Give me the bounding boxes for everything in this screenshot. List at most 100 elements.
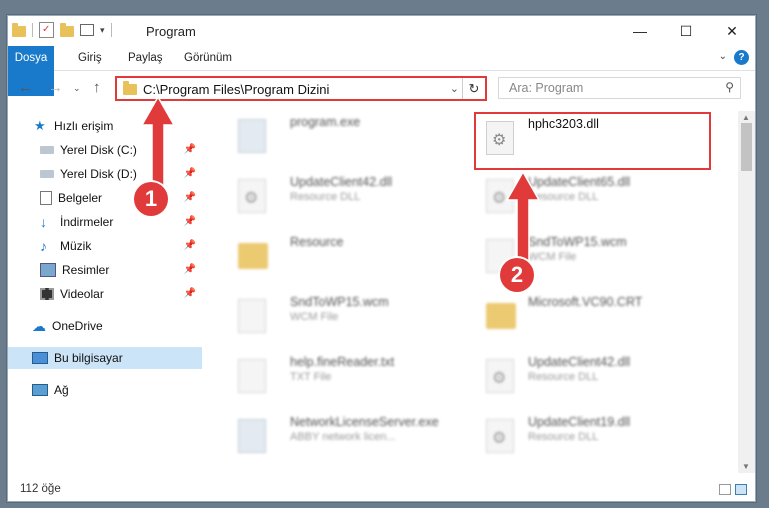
sidebar-item-label: Yerel Disk (D:) [60,167,137,181]
drive-icon [40,170,54,178]
sidebar-item-label: Hızlı erişim [54,119,114,133]
drive-icon [40,146,54,154]
list-item[interactable]: UpdateClient19.dll Resource DLL [466,413,696,463]
sidebar-item-network[interactable]: Ağ [8,379,202,401]
sidebar-item-pictures[interactable]: Resimler 📌 [8,259,202,281]
list-item[interactable]: NetworkLicenseServer.exe ABBY network li… [218,413,448,463]
pin-icon[interactable]: 📌 [184,216,196,227]
file-name: UpdateClient65.dll [528,175,631,189]
view-options-icon[interactable] [80,24,94,36]
download-icon: ↓ [40,214,47,230]
up-arrow-icon[interactable]: ↑ [93,79,101,96]
address-bar[interactable]: C:\Program Files\Program Dizini ⌄ ↻ [115,76,487,101]
scroll-down-icon[interactable]: ▼ [742,462,750,471]
address-dropdown-icon[interactable]: ⌄ [450,82,459,95]
pin-icon[interactable]: 📌 [184,144,196,155]
explorer-window: ✓ ▾ Program — ☐ ✕ Dosya Giriş Paylaş Gör… [7,15,756,502]
address-path[interactable]: C:\Program Files\Program Dizini [143,82,329,97]
dll-file-icon [238,179,266,213]
folder-icon [123,81,137,95]
file-description: WCM File [290,311,339,323]
file-description: TXT File [290,371,332,383]
dll-file-icon [486,419,514,453]
sidebar-item-label: Müzik [60,239,92,253]
folder-icon [238,243,268,269]
sidebar-item-local-disk-c[interactable]: Yerel Disk (C:) 📌 [8,139,202,161]
folder-icon [12,23,26,37]
search-icon[interactable]: ⚲ [725,80,734,94]
scrollbar-thumb[interactable] [741,123,752,171]
recent-locations-icon[interactable]: ⌄ [73,83,81,94]
sidebar-item-local-disk-d[interactable]: Yerel Disk (D:) 📌 [8,163,202,185]
sidebar-item-label: Ağ [54,383,69,397]
help-icon[interactable]: ? [734,50,749,65]
sidebar-item-onedrive[interactable]: ☁ OneDrive [8,315,202,337]
sidebar-item-music[interactable]: ♪ Müzik 📌 [8,235,202,257]
sidebar-item-label: Belgeler [58,191,103,205]
expand-ribbon-icon[interactable]: ⌄ [719,51,727,62]
file-name: program.exe [290,115,361,129]
file-name: NetworkLicenseServer.exe [290,415,439,429]
quick-access-toolbar: ✓ ▾ [12,22,112,38]
list-item[interactable]: SndToWP15.wcm WCM File [218,293,448,343]
sidebar-item-label: Yerel Disk (C:) [60,143,137,157]
sidebar-item-downloads[interactable]: ↓ İndirmeler 📌 [8,211,202,233]
pin-icon[interactable]: 📌 [184,264,196,275]
file-description: Resource DLL [528,191,599,203]
folder-icon [486,303,516,329]
pin-icon[interactable]: 📌 [184,288,196,299]
new-folder-icon[interactable] [60,23,74,37]
properties-icon[interactable]: ✓ [39,22,54,38]
list-item[interactable]: UpdateClient65.dll Resource DLL [466,173,696,223]
scroll-up-icon[interactable]: ▲ [742,113,750,122]
tab-share[interactable]: Paylaş [118,46,173,70]
star-icon: ★ [34,118,46,133]
maximize-button[interactable]: ☐ [663,16,709,46]
tab-home[interactable]: Giriş [68,46,112,70]
refresh-icon[interactable]: ↻ [462,78,485,99]
tiles-view-icon[interactable] [735,484,747,495]
exe-file-icon [238,419,266,453]
item-count: 112 öğe [20,483,61,495]
list-item[interactable]: help.fineReader.txt TXT File [218,353,448,403]
sidebar-item-label: İndirmeler [60,215,114,229]
document-icon [40,191,52,205]
text-file-icon [238,359,266,393]
forward-arrow-icon[interactable]: → [48,79,63,96]
vertical-scrollbar[interactable]: ▲ ▼ [738,111,755,473]
list-item[interactable]: UpdateClient42.dll Resource DLL [466,353,696,403]
customize-qat-icon[interactable]: ▾ [100,25,105,36]
pin-icon[interactable]: 📌 [184,240,196,251]
list-item[interactable]: UpdateClient42.dll Resource DLL [218,173,448,223]
search-input[interactable]: Ara: Program ⚲ [498,77,741,99]
computer-icon [32,352,48,364]
pin-icon[interactable]: 📌 [184,192,196,203]
file-icon [238,299,266,333]
exe-file-icon [238,119,266,153]
sidebar-item-documents[interactable]: Belgeler 📌 [8,187,202,209]
file-description: ABBY network licen... [290,431,396,443]
sidebar-item-this-pc[interactable]: Bu bilgisayar [8,347,202,369]
minimize-button[interactable]: — [617,16,663,46]
list-item[interactable]: Microsoft.VC90.CRT [466,293,696,343]
details-view-icon[interactable] [719,484,731,495]
sidebar-item-videos[interactable]: Videolar 📌 [8,283,202,305]
highlight-box [474,112,711,170]
navigation-bar: ← → ⌄ ↑ C:\Program Files\Program Dizini … [8,71,755,107]
list-item[interactable]: program.exe [218,113,448,163]
sidebar-item-quick-access[interactable]: ★ Hızlı erişim [8,115,202,137]
file-name: UpdateClient42.dll [290,175,393,189]
tab-view[interactable]: Görünüm [174,46,242,70]
pin-icon[interactable]: 📌 [184,168,196,179]
cloud-icon: ☁ [32,318,46,334]
file-name: UpdateClient42.dll [528,355,631,369]
sidebar-item-label: Resimler [62,263,110,277]
list-item[interactable]: Resource [218,233,448,283]
ribbon-tabs: Dosya Giriş Paylaş Görünüm ⌄ ? [8,46,755,96]
close-button[interactable]: ✕ [709,16,755,46]
back-arrow-icon[interactable]: ← [18,79,33,96]
file-name: Microsoft.VC90.CRT [528,295,643,309]
search-placeholder: Ara: Program [509,81,584,95]
file-name: SndToWP15.wcm [290,295,389,309]
divider [110,23,112,37]
